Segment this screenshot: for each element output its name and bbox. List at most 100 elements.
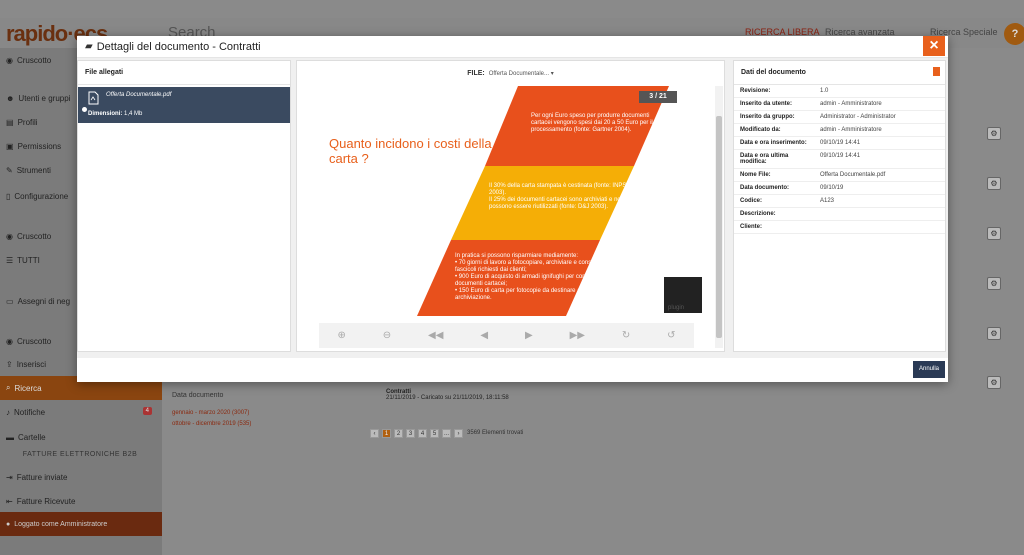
cash-icon: ▭ bbox=[6, 296, 14, 306]
viewer-scrollbar[interactable] bbox=[715, 86, 723, 348]
details-row: Codice: A123 bbox=[734, 194, 945, 208]
sidebar-item-notifiche[interactable]: ♪ Notifiche 4 bbox=[0, 400, 162, 424]
dashboard-icon: ◉ bbox=[6, 231, 13, 241]
user-avatar-icon: ● bbox=[6, 520, 11, 528]
result-meta: 21/11/2019 - Caricato su 21/11/2019, 18:… bbox=[386, 395, 509, 401]
page-button[interactable]: ... bbox=[442, 429, 452, 438]
results-count: 3569 Elementi trovati bbox=[467, 430, 524, 436]
folder-icon: ▬ bbox=[6, 432, 14, 442]
details-row: Nome File: Offerta Documentale.pdf bbox=[734, 168, 945, 182]
attachment-item[interactable]: Offerta Documentale.pdf Dimensioni: 1,4 … bbox=[78, 87, 290, 123]
details-row: Cliente: bbox=[734, 220, 945, 234]
wrench-icon: ✎ bbox=[6, 165, 13, 175]
first-page-icon[interactable]: ◀◀ bbox=[428, 330, 443, 341]
document-details-panel: Dati del documento Revisione: 1.0 Inserito… bbox=[733, 60, 946, 352]
pdf-viewer-panel: FILE: Offerta Documentale... ▾ 3 / 21 Qu… bbox=[296, 60, 725, 352]
sidebar-header-fatture: FATTURE ELETTRONICHE B2B bbox=[22, 451, 138, 458]
details-value: Offerta Documentale.pdf bbox=[814, 168, 945, 182]
details-value: 09/10/19 14:41 bbox=[814, 149, 945, 169]
details-table: Revisione: 1.0 Inserito da utente: admin - … bbox=[734, 85, 945, 234]
date-filter-item[interactable]: gennaio - marzo 2020 (3007) bbox=[172, 410, 249, 416]
details-key: Modificato da: bbox=[734, 123, 814, 137]
dashboard-icon: ◉ bbox=[6, 55, 13, 65]
file-select[interactable]: Offerta Documentale... ▾ bbox=[489, 70, 554, 77]
details-value: 09/10/19 14:41 bbox=[814, 136, 945, 150]
details-value: admin - Amministratore bbox=[814, 123, 945, 137]
cancel-button[interactable]: Annulla bbox=[913, 361, 945, 378]
details-key: Descrizione: bbox=[734, 207, 814, 221]
document-file-icon[interactable] bbox=[933, 67, 940, 76]
slide-bullet: 70 giorni di lavoro a fotocopiare, archi… bbox=[455, 260, 610, 274]
details-key: Cliente: bbox=[734, 220, 814, 234]
slide-bullets: 70 giorni di lavoro a fotocopiare, archi… bbox=[455, 260, 610, 302]
scroll-thumb[interactable] bbox=[716, 116, 722, 338]
details-row: Inserito da gruppo: Administrator - Admin… bbox=[734, 110, 945, 124]
attachments-header: File allegati bbox=[78, 61, 290, 85]
page-prev[interactable]: ‹ bbox=[370, 429, 379, 438]
details-row: Modificato da: admin - Amministratore bbox=[734, 123, 945, 137]
details-value: admin - Amministratore bbox=[814, 97, 945, 111]
details-value bbox=[814, 207, 945, 221]
slide-bullet: 900 Euro di acquisto di armadi ignifughi… bbox=[455, 274, 610, 288]
prev-page-icon[interactable]: ◀ bbox=[480, 330, 488, 341]
pagination: ‹ 1 2 3 4 5 ... › 3569 Elementi trovati bbox=[370, 429, 524, 438]
details-value: 09/10/19 bbox=[814, 181, 945, 195]
rotate-right-icon[interactable]: ↻ bbox=[622, 330, 630, 341]
bullet-icon bbox=[82, 107, 87, 112]
date-filter-title: Data documento bbox=[172, 392, 224, 399]
bell-icon: ♪ bbox=[6, 407, 10, 417]
slide-heading: Quanto incidono i costi della carta ? bbox=[329, 136, 492, 166]
gear-icon[interactable]: ⚙ bbox=[987, 227, 1001, 240]
details-key: Data documento: bbox=[734, 181, 814, 195]
upload-icon: ⇪ bbox=[6, 359, 13, 369]
details-value: 1.0 bbox=[814, 85, 945, 98]
browser-top-bar bbox=[0, 0, 1024, 18]
details-header: Dati del documento bbox=[734, 61, 945, 85]
details-row: Data e ora inserimento: 09/10/19 14:41 bbox=[734, 136, 945, 150]
details-key: Data e ora ultima modifica: bbox=[734, 149, 814, 169]
viewer-header: FILE: Offerta Documentale... ▾ bbox=[297, 61, 724, 85]
sidebar-item-cartelle[interactable]: ▬ Cartelle bbox=[0, 425, 162, 449]
gear-icon[interactable]: ⚙ bbox=[987, 327, 1001, 340]
page-button[interactable]: 3 bbox=[406, 429, 415, 438]
user-bar[interactable]: ● Loggato come Amministratore bbox=[0, 512, 162, 536]
details-key: Data e ora inserimento: bbox=[734, 136, 814, 150]
result-item[interactable]: Contratti 21/11/2019 - Caricato su 21/11… bbox=[386, 389, 509, 401]
gear-icon[interactable]: ⚙ bbox=[987, 177, 1001, 190]
last-page-icon[interactable]: ▶▶ bbox=[570, 330, 585, 341]
details-value bbox=[814, 220, 945, 234]
details-key: Inserito da utente: bbox=[734, 97, 814, 111]
rotate-left-icon[interactable]: ↺ bbox=[667, 330, 675, 341]
lock-icon: ▣ bbox=[6, 141, 14, 151]
zoom-out-icon[interactable]: ⊖ bbox=[383, 330, 391, 341]
gear-icon[interactable]: ⚙ bbox=[987, 127, 1001, 140]
page-button[interactable]: 1 bbox=[382, 429, 391, 438]
zoom-in-icon[interactable]: ⊕ bbox=[337, 330, 345, 341]
chevron-down-icon: ▾ bbox=[550, 70, 554, 77]
details-row: Data documento: 09/10/19 bbox=[734, 181, 945, 195]
gear-icon[interactable]: ⚙ bbox=[987, 277, 1001, 290]
modal-header: ▰ Dettagli del documento - Contratti bbox=[77, 36, 948, 58]
next-page-icon[interactable]: ▶ bbox=[525, 330, 533, 341]
sign-out-icon: ⇥ bbox=[6, 472, 13, 482]
sidebar-item-fatture-ricevute[interactable]: ⇤ Fatture Ricevute bbox=[0, 489, 162, 513]
viewer-toolbar: ⊕ ⊖ ◀◀ ◀ ▶ ▶▶ ↻ ↺ bbox=[319, 323, 694, 348]
details-value: Administrator - Administrator bbox=[814, 110, 945, 124]
page-button[interactable]: 4 bbox=[418, 429, 427, 438]
slide-bullet: 150 Euro di carta per fotocopie da desti… bbox=[455, 288, 610, 302]
page-button[interactable]: 2 bbox=[394, 429, 403, 438]
slide-paragraph-1: Per ogni Euro speso per produrre documen… bbox=[531, 113, 665, 133]
modal-title: Dettagli del documento - Contratti bbox=[96, 40, 261, 53]
page-button[interactable]: 5 bbox=[430, 429, 439, 438]
help-icon[interactable]: ? bbox=[1004, 23, 1024, 45]
details-key: Codice: bbox=[734, 194, 814, 208]
sidebar-item-fatture-inviate[interactable]: ⇥ Fatture inviate bbox=[0, 465, 162, 489]
attachments-panel: File allegati Offerta Documentale.pdf Di… bbox=[77, 60, 291, 352]
gear-icon[interactable]: ⚙ bbox=[987, 376, 1001, 389]
close-button[interactable]: × bbox=[923, 36, 945, 56]
attachment-name: Offerta Documentale.pdf bbox=[106, 92, 172, 98]
details-row: Data e ora ultima modifica: 09/10/19 14:4… bbox=[734, 149, 945, 169]
page-next[interactable]: › bbox=[454, 429, 464, 438]
date-filter-item[interactable]: ottobre - dicembre 2019 (535) bbox=[172, 421, 251, 427]
details-row: Inserito da utente: admin - Amministrator… bbox=[734, 97, 945, 111]
